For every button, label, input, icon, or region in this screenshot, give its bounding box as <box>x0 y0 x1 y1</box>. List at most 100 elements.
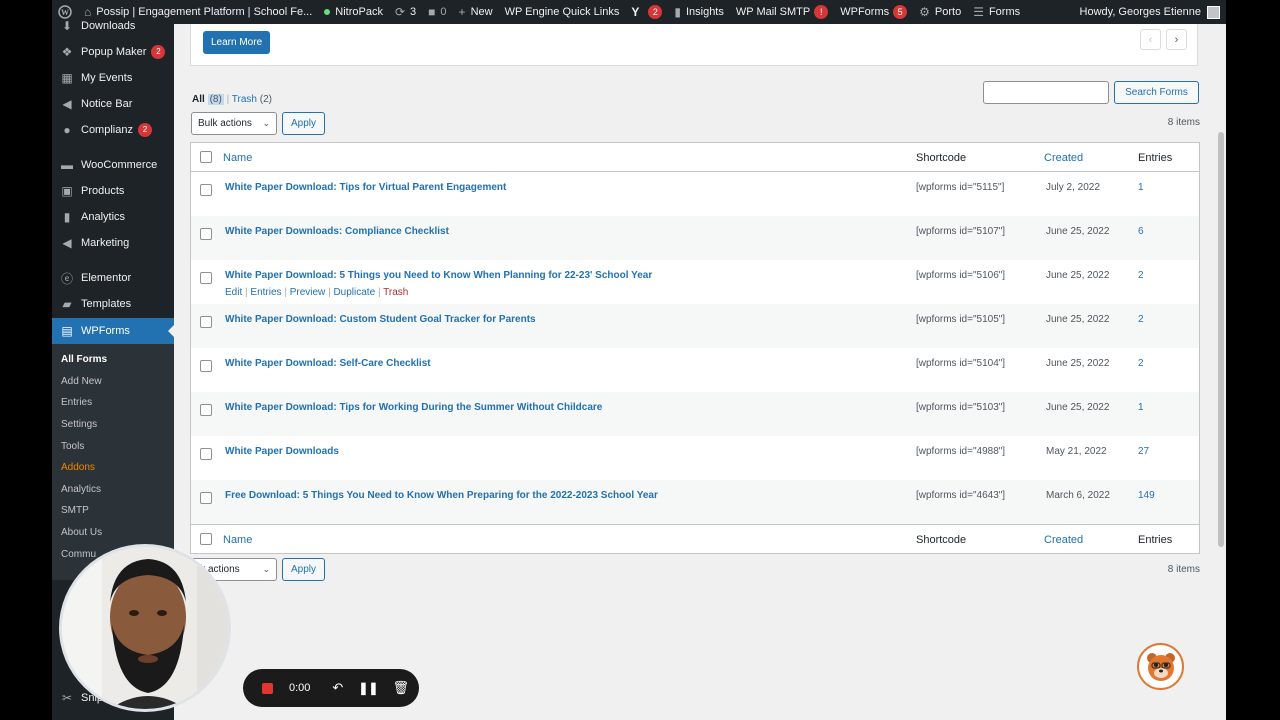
row-checkbox[interactable] <box>200 448 212 460</box>
row-checkbox[interactable] <box>200 228 212 240</box>
submenu-add-new[interactable]: Add New <box>61 376 102 387</box>
preview-link[interactable]: Preview <box>290 287 326 298</box>
my-account[interactable]: Howdy, Georges Etienne <box>1080 5 1226 19</box>
sidebar-item-analytics[interactable]: ▮ Analytics <box>52 204 174 230</box>
nitropack-menu[interactable]: NitroPack <box>318 0 389 24</box>
entries-link[interactable]: 27 <box>1138 446 1149 457</box>
screen-border-right <box>1226 0 1280 720</box>
row-checkbox[interactable] <box>200 404 212 416</box>
view-separator: | <box>226 94 230 105</box>
form-title-link[interactable]: White Paper Download: 5 Things you Need … <box>225 270 652 281</box>
entries-action-link[interactable]: Entries <box>250 287 281 298</box>
column-created[interactable]: Created <box>1044 152 1083 164</box>
sidebar-item-downloads[interactable]: ⬇ Downloads <box>52 13 174 39</box>
apply-button[interactable]: Apply <box>282 112 325 135</box>
entries-link[interactable]: 1 <box>1138 402 1144 413</box>
sidebar-item-products[interactable]: ▣ Products <box>52 178 174 204</box>
yoast-menu[interactable]: Y 2 <box>625 0 668 24</box>
sidebar-item-popup-maker[interactable]: ❖ Popup Maker 2 <box>52 39 174 65</box>
column-name[interactable]: Name <box>223 152 252 164</box>
sidebar-item-wpforms[interactable]: ▤ WPForms <box>52 318 174 344</box>
sidebar-item-my-events[interactable]: ▦ My Events <box>52 65 174 91</box>
wp-mail-smtp-link[interactable]: WP Mail SMTP ! <box>730 0 834 24</box>
search-forms-button[interactable]: Search Forms <box>1114 81 1199 104</box>
sidebar-item-woocommerce[interactable]: ▬ WooCommerce <box>52 152 174 178</box>
shortcode-value: [wpforms id="4643"] <box>916 490 1006 501</box>
edit-link[interactable]: Edit <box>225 287 242 298</box>
porto-link[interactable]: ⚙ Porto <box>913 0 967 24</box>
search-input[interactable] <box>983 81 1109 104</box>
submenu-tools[interactable]: Tools <box>61 441 84 452</box>
entries-link[interactable]: 2 <box>1138 358 1144 369</box>
form-title-link[interactable]: Free Download: 5 Things You Need to Know… <box>225 490 658 501</box>
forms-link[interactable]: ☰ Forms <box>967 0 1026 24</box>
entries-link[interactable]: 2 <box>1138 314 1144 325</box>
page-scrollbar[interactable] <box>1216 24 1226 720</box>
bulk-actions-select[interactable]: Bulk actions ⌄ <box>191 112 277 135</box>
entries-link[interactable]: 2 <box>1138 270 1144 281</box>
table-row: White Paper Download: Custom Student Goa… <box>191 304 1199 348</box>
form-title-link[interactable]: White Paper Downloads <box>225 446 339 457</box>
submenu-all-forms[interactable]: All Forms <box>61 354 107 365</box>
megaphone-icon: ◀ <box>62 97 72 111</box>
pause-icon[interactable]: ❚❚ <box>358 681 378 695</box>
sidebar-item-elementor[interactable]: ⓔ Elementor <box>52 265 174 291</box>
undo-icon[interactable]: ↶ <box>332 680 343 696</box>
select-all-checkbox-bottom[interactable] <box>200 533 212 545</box>
complianz-icon: ● <box>63 123 71 137</box>
stop-record-icon[interactable] <box>262 682 273 694</box>
wp-engine-link[interactable]: WP Engine Quick Links <box>499 0 626 24</box>
submenu-addons[interactable]: Addons <box>61 462 95 473</box>
row-checkbox[interactable] <box>200 492 212 504</box>
row-checkbox[interactable] <box>200 184 212 196</box>
megaphone-icon: ◀ <box>62 236 72 250</box>
prev-icon[interactable]: ‹ <box>1140 29 1161 50</box>
row-checkbox[interactable] <box>200 360 212 372</box>
next-icon[interactable]: › <box>1166 29 1187 50</box>
view-all[interactable]: All (8) <box>192 94 224 105</box>
created-date: June 25, 2022 <box>1046 402 1110 413</box>
entries-link[interactable]: 1 <box>1138 182 1144 193</box>
wpforms-adminbar-link[interactable]: WPForms 5 <box>834 0 913 24</box>
form-title-link[interactable]: White Paper Download: Tips for Virtual P… <box>225 182 506 193</box>
row-checkbox[interactable] <box>200 272 212 284</box>
submenu-community[interactable]: Commu <box>61 549 96 560</box>
sidebar-item-label: Templates <box>81 298 132 310</box>
column-created-footer[interactable]: Created <box>1044 534 1083 546</box>
submenu-about-us[interactable]: About Us <box>61 527 102 538</box>
apply-button-bottom[interactable]: Apply <box>282 558 325 581</box>
sidebar-item-complianz[interactable]: ● Complianz 2 <box>52 117 174 143</box>
trash-link[interactable]: Trash <box>383 287 408 298</box>
submenu-smtp[interactable]: SMTP <box>61 505 89 516</box>
wpforms-help-button[interactable] <box>1137 643 1184 690</box>
sidebar-item-label: Complianz <box>81 124 133 136</box>
form-title-link[interactable]: White Paper Downloads: Compliance Checkl… <box>225 226 449 237</box>
entries-link[interactable]: 6 <box>1138 226 1144 237</box>
form-title-link[interactable]: White Paper Download: Self-Care Checklis… <box>225 358 431 369</box>
form-title-link[interactable]: White Paper Download: Tips for Working D… <box>225 402 602 413</box>
updates-link[interactable]: ⟳ 3 <box>389 0 422 24</box>
row-checkbox[interactable] <box>200 316 212 328</box>
learn-more-button[interactable]: Learn More <box>203 31 271 54</box>
form-title-link[interactable]: White Paper Download: Custom Student Goa… <box>225 314 536 325</box>
submenu-entries[interactable]: Entries <box>61 397 92 408</box>
sidebar-item-marketing[interactable]: ◀ Marketing <box>52 230 174 256</box>
new-content-link[interactable]: + New <box>453 0 499 24</box>
scrollbar-thumb[interactable] <box>1218 132 1224 547</box>
comments-link[interactable]: ■ 0 <box>422 0 452 24</box>
select-all-checkbox[interactable] <box>200 151 212 163</box>
sidebar-item-templates[interactable]: ▰ Templates <box>52 291 174 317</box>
column-name-footer[interactable]: Name <box>223 534 252 546</box>
view-trash[interactable]: Trash (2) <box>232 94 272 105</box>
submenu-analytics[interactable]: Analytics <box>61 484 101 495</box>
duplicate-link[interactable]: Duplicate <box>333 287 375 298</box>
insights-link[interactable]: ▮ Insights <box>668 0 730 24</box>
chevron-down-icon: ⌄ <box>262 118 270 128</box>
sidebar-item-notice-bar[interactable]: ◀ Notice Bar <box>52 91 174 117</box>
entries-link[interactable]: 149 <box>1138 490 1155 501</box>
plus-icon: + <box>458 5 466 19</box>
yoast-badge: 2 <box>648 5 663 19</box>
trash-icon[interactable]: 🗑 <box>392 680 409 696</box>
submenu-settings[interactable]: Settings <box>61 419 97 430</box>
admin-bar: W ⌂ Possip | Engagement Platform | Schoo… <box>52 0 1226 24</box>
